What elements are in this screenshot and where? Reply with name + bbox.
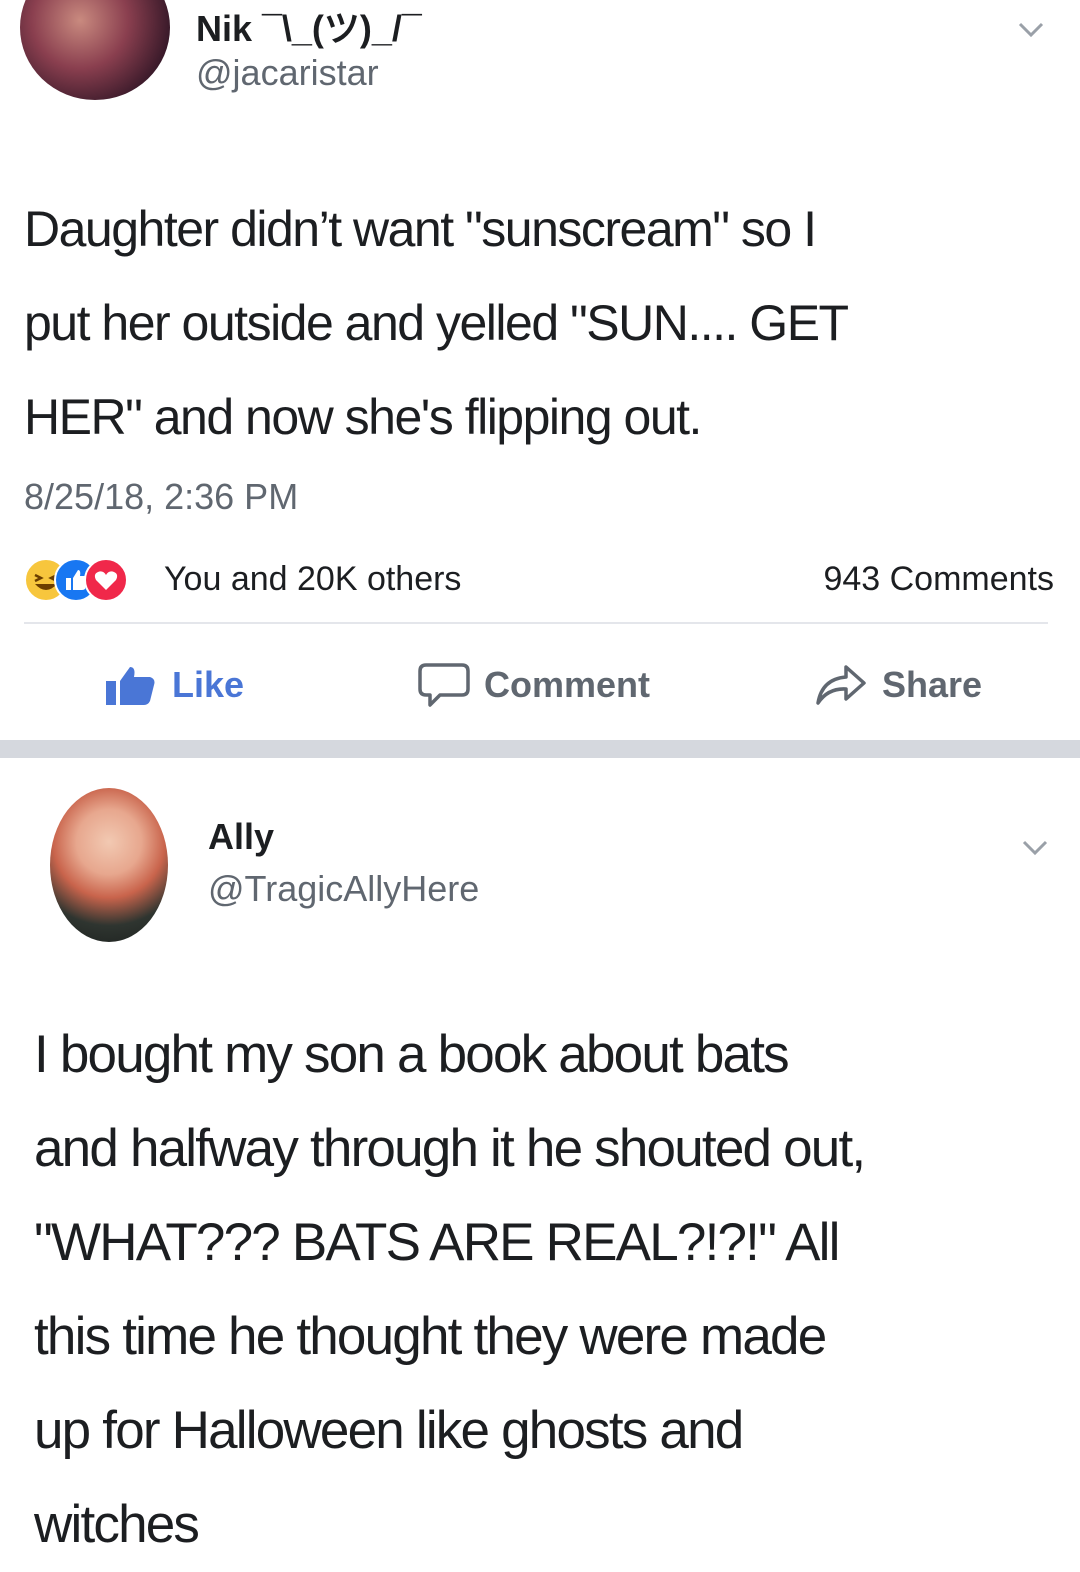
reaction-count[interactable]: You and 20K others — [164, 560, 461, 599]
post-text-line: this time he thought they were made — [34, 1307, 827, 1366]
post-text-line: witches — [34, 1495, 200, 1554]
comment-button[interactable]: Comment — [418, 660, 650, 710]
post-text: I bought my son a book about bats and ha… — [34, 1008, 866, 1572]
avatar[interactable] — [20, 0, 170, 100]
post-timestamp[interactable]: 8/25/18, 2:36 PM — [24, 476, 298, 518]
author-handle[interactable]: @jacaristar — [196, 52, 379, 94]
post-text-line: HER" and now she's flipping out. — [24, 389, 702, 445]
author-handle[interactable]: @TragicAllyHere — [208, 868, 479, 910]
chevron-down-icon[interactable] — [1018, 830, 1052, 864]
chevron-down-icon[interactable] — [1014, 12, 1048, 46]
post-text-line: put her outside and yelled "SUN.... GET — [24, 295, 849, 351]
thumbs-up-icon — [106, 667, 155, 705]
divider — [24, 622, 1048, 624]
comment-count[interactable]: 943 Comments — [823, 560, 1054, 599]
avatar[interactable] — [50, 788, 168, 942]
like-label: Like — [172, 664, 245, 705]
post-text-line: I bought my son a book about bats — [34, 1025, 790, 1084]
love-reaction-icon — [84, 558, 128, 602]
action-bar: Like Comment Share — [0, 650, 1080, 720]
author-name[interactable]: Nik ¯\_(ツ)_/¯ — [196, 0, 422, 52]
post-separator — [0, 740, 1080, 758]
post-2: Ally @TragicAllyHere I bought my son a b… — [0, 760, 1080, 1569]
share-arrow-icon — [816, 665, 866, 705]
like-button[interactable]: Like — [104, 660, 244, 710]
comment-bubble-icon — [418, 663, 470, 707]
post-text-line: and halfway through it he shouted out, — [34, 1119, 866, 1178]
post-text: Daughter didn’t want "sunscream" so I pu… — [24, 182, 849, 464]
post-text-line: up for Halloween like ghosts and — [34, 1401, 744, 1460]
comment-label: Comment — [484, 664, 651, 705]
post-1: Nik ¯\_(ツ)_/¯ @jacaristar Daughter didn’… — [0, 0, 1080, 740]
reactions-bar: You and 20K others 943 Comments — [24, 558, 1054, 602]
share-label: Share — [882, 664, 983, 705]
post-text-line: "WHAT??? BATS ARE REAL?!?!" All — [34, 1213, 840, 1272]
author-name[interactable]: Ally — [208, 816, 274, 858]
share-button[interactable]: Share — [814, 660, 982, 710]
post-text-line: Daughter didn’t want "sunscream" so I — [24, 201, 817, 257]
